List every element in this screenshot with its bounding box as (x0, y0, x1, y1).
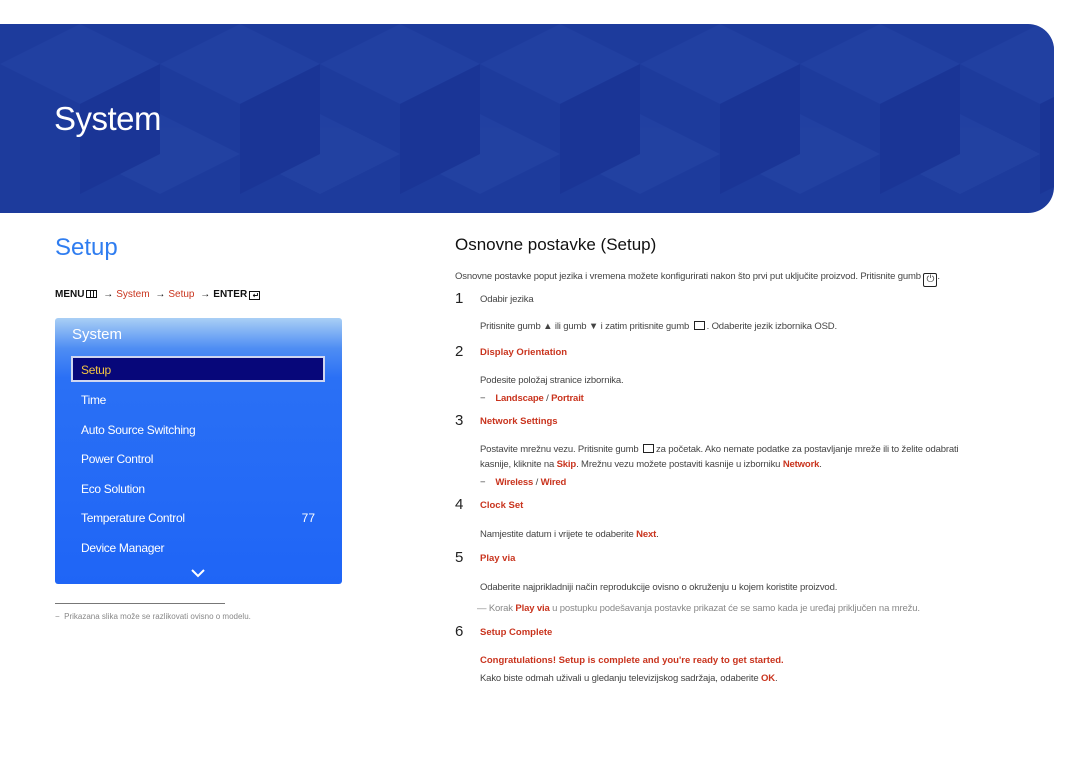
step-text: kasnije, kliknite na Skip. Mrežnu vezu m… (480, 459, 822, 470)
path-system: System (116, 289, 150, 300)
step-options: − Wireless / Wired (480, 477, 567, 488)
path-setup: Setup (168, 289, 195, 300)
step-title: Clock Set (480, 500, 524, 511)
step-note: — Korak Play via u postupku podešavanja … (477, 603, 920, 614)
menu-item-eco-solution[interactable]: Eco Solution (81, 482, 145, 496)
arrow: → (103, 289, 114, 300)
footnote: − Prikazana slika može se razlikovati ov… (55, 612, 251, 621)
chevron-down-icon[interactable] (191, 568, 205, 578)
enter-label: ENTER (213, 289, 248, 300)
step-number: 4 (455, 496, 464, 513)
step-number: 6 (455, 623, 464, 640)
step-text: Namjestite datum i vrijete te odaberite … (480, 529, 659, 540)
content-heading: Osnovne postavke (Setup) (455, 235, 657, 254)
temperature-value: 77 (301, 511, 315, 525)
menu-icon (86, 290, 98, 298)
intro-text: Osnovne postavke poput jezika i vremena … (455, 271, 940, 287)
step-text: Pritisnite gumb ▲ ili gumb ▼ i zatim pri… (480, 321, 837, 332)
up-arrow-icon: ▲ (543, 321, 553, 332)
down-arrow-icon: ▼ (588, 321, 599, 332)
step-title: Play via (480, 553, 516, 564)
step-text: Postavite mrežnu vezu. Pritisnite gumb z… (480, 444, 959, 455)
menu-path: MENU → System → Setup → ENTER ↵ (55, 289, 261, 300)
enter-icon (643, 444, 655, 453)
step-text: Kako biste odmah uživali u gledanju tele… (480, 673, 778, 684)
menu-item-auto-source-switching[interactable]: Auto Source Switching (81, 423, 196, 437)
step-number: 2 (455, 343, 464, 360)
step-title: Setup Complete (480, 627, 553, 638)
menu-item-power-control[interactable]: Power Control (81, 452, 153, 466)
menu-item-time[interactable]: Time (81, 393, 106, 407)
congrats-text: Congratulations! Setup is complete and y… (480, 655, 784, 666)
step-number: 5 (455, 549, 464, 566)
chapter-title: System (54, 100, 162, 137)
section-title: Setup (55, 234, 118, 261)
step-title: Network Settings (480, 416, 558, 427)
step-options: − Landscape / Portrait (480, 393, 584, 404)
step-text: Podesite položaj stranice izbornika. (480, 375, 624, 386)
step-text: Odaberite najprikladniji način reprodukc… (480, 582, 838, 593)
menu-item-device-manager[interactable]: Device Manager (81, 541, 164, 555)
osd-menu-title: System (72, 326, 123, 343)
step-title: Odabir jezika (480, 294, 534, 305)
enter-icon (693, 321, 705, 330)
menu-label: MENU (55, 289, 85, 300)
step-number: 3 (455, 412, 464, 429)
arrow: → (200, 289, 211, 300)
chapter-banner: System (0, 24, 1054, 213)
footnote-divider (55, 603, 225, 604)
enter-icon: ↵ (249, 291, 261, 300)
step-title: Display Orientation (480, 347, 568, 358)
menu-item-setup[interactable]: Setup (81, 363, 111, 377)
menu-item-temperature-control[interactable]: Temperature Control (81, 511, 185, 525)
arrow: → (155, 289, 166, 300)
power-button-icon: ⏻ (923, 273, 938, 287)
osd-menu-panel: System Setup Time Auto Source Switching … (55, 318, 342, 584)
step-number: 1 (455, 290, 464, 307)
